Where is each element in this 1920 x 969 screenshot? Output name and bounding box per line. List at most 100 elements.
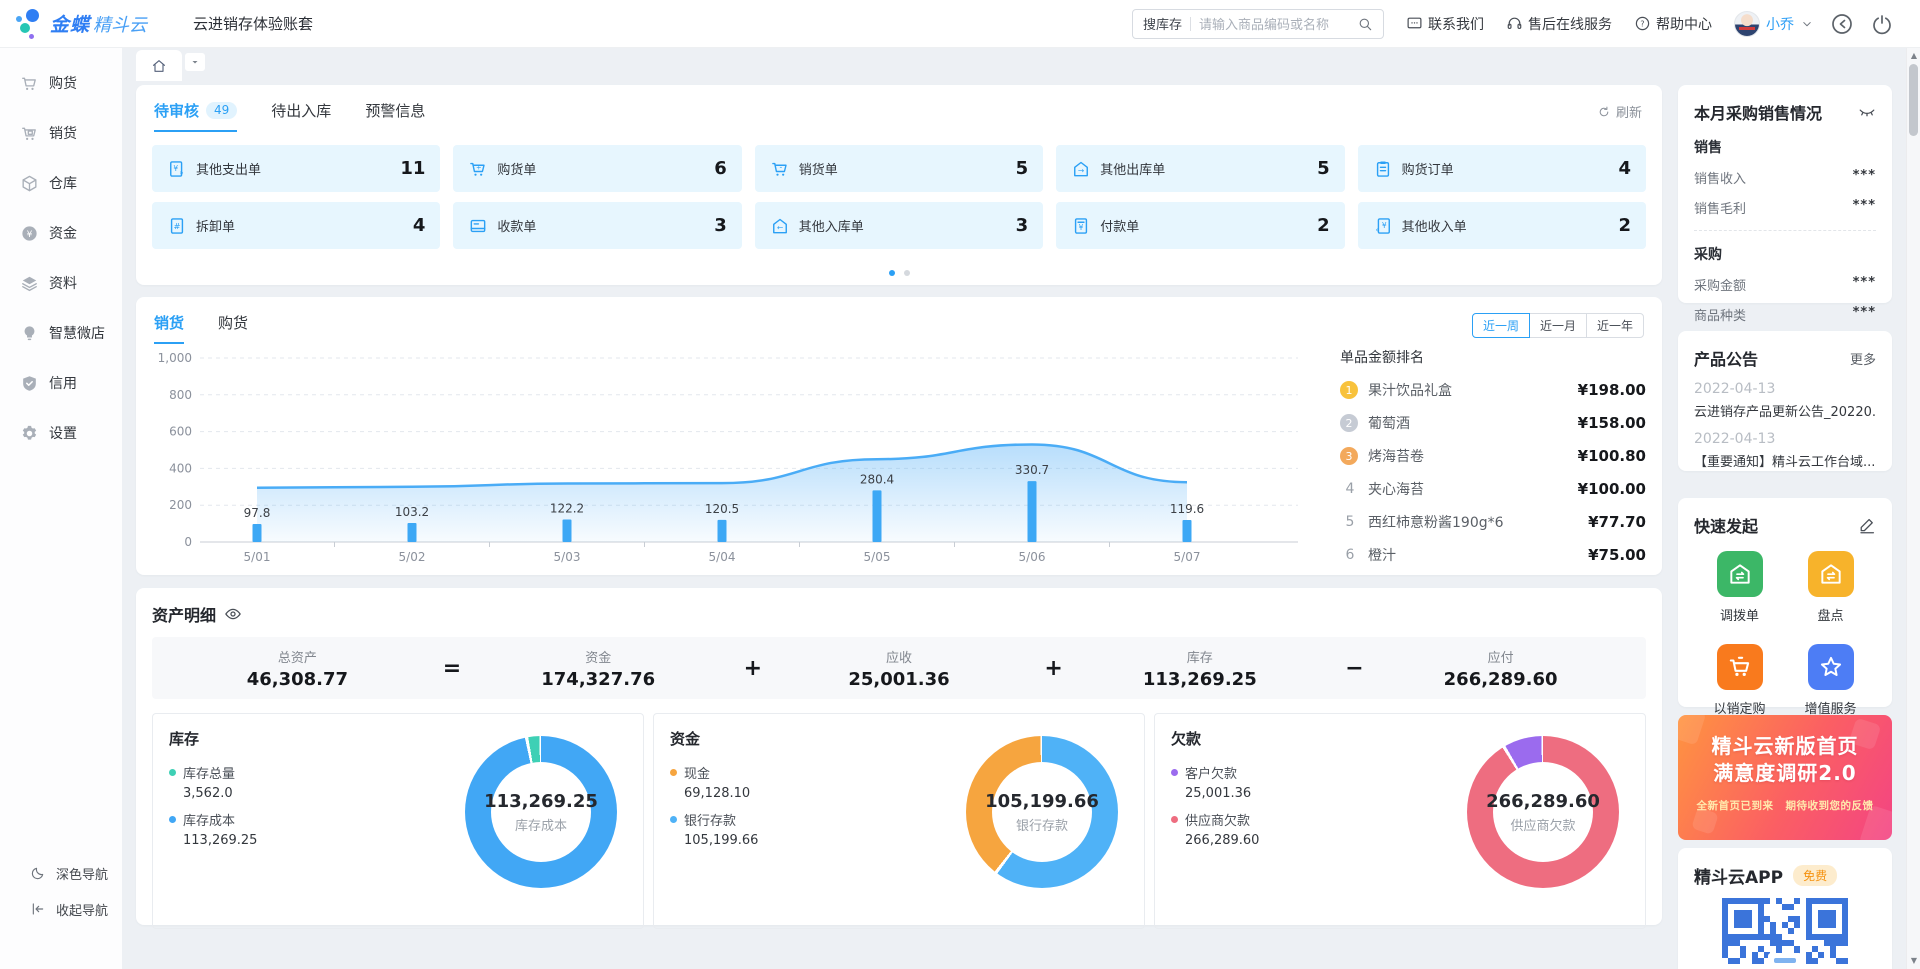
announcement-item[interactable]: 2022-04-13云进销存产品更新公告_20220... — [1694, 381, 1876, 420]
eye-icon[interactable] — [224, 605, 242, 623]
header-link-headset[interactable]: 售后在线服务 — [1506, 14, 1612, 34]
tile-count: 5 — [1317, 158, 1330, 179]
header-link-help[interactable]: ?帮助中心 — [1634, 14, 1712, 34]
tab-预警信息[interactable]: 预警信息 — [365, 100, 425, 132]
sidebar-footer-深色导航[interactable]: 深色导航 — [0, 855, 122, 891]
tab-待审核[interactable]: 待审核49 — [154, 100, 237, 132]
back-circle-button[interactable] — [1830, 12, 1854, 36]
svg-text:120.5: 120.5 — [705, 502, 739, 516]
range-button-近一周[interactable]: 近一周 — [1472, 313, 1530, 338]
ranking-row: 1果汁饮品礼盒¥198.00 — [1340, 380, 1646, 400]
chat-icon — [1406, 15, 1423, 32]
tile-label: 其他入库单 — [799, 216, 864, 235]
svg-text:5/04: 5/04 — [709, 550, 736, 564]
product-name: 橙汁 — [1368, 545, 1578, 565]
quick-action-调拨单[interactable]: 调拨单 — [1694, 551, 1785, 624]
tab-销货[interactable]: 销货 — [154, 312, 184, 344]
todo-tile-购货单[interactable]: +购货单6 — [453, 145, 741, 192]
svg-text:330.7: 330.7 — [1015, 463, 1049, 477]
money-icon: ¥ — [20, 224, 39, 243]
tab-购货[interactable]: 购货 — [218, 312, 248, 344]
announcement-text: 云进销存产品更新公告_20220... — [1694, 401, 1876, 420]
header-link-label: 售后在线服务 — [1528, 14, 1612, 34]
sidebar-item-智慧微店[interactable]: 智慧微店 — [0, 308, 122, 358]
legend-dot — [169, 769, 176, 776]
logo-dots-icon — [16, 7, 46, 41]
announcement-item[interactable]: 2022-04-13【重要通知】精斗云工作台域... — [1694, 431, 1876, 470]
more-link[interactable]: 更多 — [1850, 349, 1876, 368]
search-icon[interactable] — [1357, 16, 1373, 32]
refresh-button[interactable]: 刷新 — [1597, 102, 1642, 121]
scroll-up-arrow[interactable]: ▲ — [1907, 49, 1920, 61]
todo-tile-购货订单[interactable]: 购货订单4 — [1358, 145, 1646, 192]
tile-count: 2 — [1317, 215, 1330, 236]
todo-tile-其他出库单[interactable]: →其他出库单5 — [1056, 145, 1344, 192]
quick-action-盘点[interactable]: 盘点 — [1785, 551, 1876, 624]
clipboard-icon — [1373, 159, 1393, 179]
summary-资金: 资金174,327.76 — [453, 647, 744, 690]
kingdee-logo[interactable]: 金蝶 精斗云 — [16, 7, 147, 41]
sidebar-item-label: 设置 — [49, 423, 77, 443]
scrollbar-thumb[interactable] — [1909, 64, 1918, 136]
todo-tile-其他入库单[interactable]: ←其他入库单3 — [755, 202, 1043, 249]
cart-white-icon — [1717, 644, 1763, 690]
money-card-icon — [468, 216, 488, 236]
user-menu[interactable]: 小乔 — [1734, 11, 1814, 37]
todo-tile-其他支出单[interactable]: ¥»其他支出单11 — [152, 145, 440, 192]
survey-banner[interactable]: 精斗云新版首页 满意度调研2.0 全新首页已到来 期待收到您的反馈 — [1678, 715, 1892, 840]
header-link-label: 联系我们 — [1428, 14, 1484, 34]
todo-tile-其他收入单[interactable]: ¥«其他收入单2 — [1358, 202, 1646, 249]
legend-label: 银行存款 — [684, 810, 736, 829]
quick-actions-card: 快速发起 调拨单盘点以销定购增值服务 — [1678, 498, 1892, 707]
todo-tile-付款单[interactable]: ¥付款单2 — [1056, 202, 1344, 249]
search-scope-label[interactable]: 搜库存 — [1143, 14, 1182, 33]
carousel-dot[interactable] — [904, 270, 910, 276]
product-price: ¥77.70 — [1588, 513, 1646, 531]
sidebar-item-设置[interactable]: 设置 — [0, 408, 122, 458]
range-button-近一年[interactable]: 近一年 — [1586, 313, 1644, 338]
summary-库存: 库存113,269.25 — [1054, 647, 1345, 690]
sidebar-item-资金[interactable]: ¥资金 — [0, 208, 122, 258]
tab-dropdown-button[interactable] — [185, 53, 205, 71]
sidebar-item-信用[interactable]: 信用 — [0, 358, 122, 408]
announcement-text: 【重要通知】精斗云工作台域... — [1694, 451, 1876, 470]
sidebar-item-仓库[interactable]: 仓库 — [0, 158, 122, 208]
todo-tile-销货单[interactable]: -销货单5 — [755, 145, 1043, 192]
range-button-近一月[interactable]: 近一月 — [1529, 313, 1587, 338]
tile-label: 购货单 — [497, 159, 536, 178]
carousel-dot[interactable] — [889, 270, 895, 276]
svg-text:119.6: 119.6 — [1170, 502, 1204, 516]
summary-label: 总资产 — [152, 647, 443, 666]
quick-action-以销定购[interactable]: 以销定购 — [1694, 644, 1785, 717]
donut-center-label: 银行存款 — [1016, 815, 1068, 834]
search-input[interactable]: 搜库存 请输入商品编码或名称 — [1132, 9, 1384, 39]
moon-icon — [30, 865, 46, 881]
sidebar-item-资料[interactable]: 资料 — [0, 258, 122, 308]
tab-待出入库[interactable]: 待出入库 — [271, 100, 331, 132]
power-button[interactable] — [1870, 12, 1894, 36]
eye-closed-icon[interactable] — [1858, 103, 1876, 121]
sales-trend-card: 销货购货 近一周近一月近一年 02004006008001,00097.8103… — [136, 297, 1662, 575]
avatar[interactable] — [1734, 11, 1760, 37]
edit-pencil-icon[interactable] — [1858, 516, 1876, 534]
page-scrollbar[interactable]: ▲ ▼ — [1906, 48, 1920, 969]
username[interactable]: 小乔 — [1766, 14, 1794, 34]
svg-text:5/05: 5/05 — [864, 550, 891, 564]
todo-tile-拆卸单[interactable]: #拆卸单4 — [152, 202, 440, 249]
sidebar-footer-收起导航[interactable]: 收起导航 — [0, 891, 122, 927]
house-out-icon: → — [1071, 159, 1091, 179]
stat-label: 商品种类 — [1694, 305, 1746, 324]
breadcrumb — [136, 50, 205, 82]
quick-action-增值服务[interactable]: 增值服务 — [1785, 644, 1876, 717]
header-link-chat[interactable]: 联系我们 — [1406, 14, 1484, 34]
tile-label: 购货订单 — [1402, 159, 1454, 178]
tab-label: 待出入库 — [271, 100, 331, 121]
assets-summary: 总资产46,308.77=资金174,327.76+应收25,001.36+库存… — [152, 637, 1646, 699]
sidebar-item-购货[interactable]: 购货 — [0, 58, 122, 108]
svg-text:5/07: 5/07 — [1174, 550, 1201, 564]
todo-tile-收款单[interactable]: 收款单3 — [453, 202, 741, 249]
scroll-down-arrow[interactable]: ▼ — [1907, 954, 1920, 966]
sidebar-item-销货[interactable]: 销货 — [0, 108, 122, 158]
medal-icon: 2 — [1340, 414, 1358, 432]
home-tab[interactable] — [136, 50, 182, 81]
